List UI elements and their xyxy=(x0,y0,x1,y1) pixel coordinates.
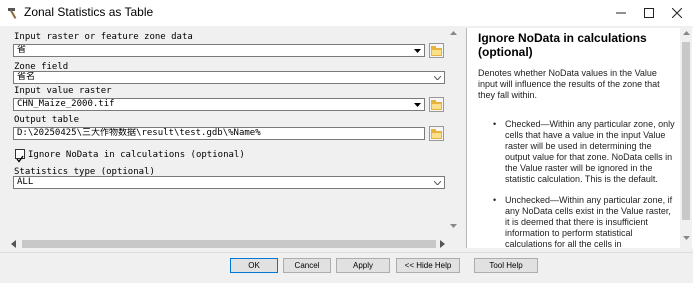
minimize-icon[interactable] xyxy=(606,0,636,26)
scroll-down-icon[interactable] xyxy=(450,224,457,228)
value-raster-value: CHN_Maize_2000.tif xyxy=(17,99,115,109)
scroll-left-icon[interactable] xyxy=(11,240,16,248)
scroll-right-icon[interactable] xyxy=(440,240,445,248)
ignore-nodata-checkbox[interactable] xyxy=(15,149,25,163)
chevron-down-icon[interactable] xyxy=(433,178,442,188)
input-zone-value: 省 xyxy=(17,45,27,55)
maximize-icon[interactable] xyxy=(634,0,664,26)
bullet-icon: • xyxy=(493,119,497,129)
output-table-value: D:\20250425\三大作物数据\result\test.gdb\%Name… xyxy=(17,128,261,138)
close-icon[interactable] xyxy=(662,0,692,26)
scroll-up-icon[interactable] xyxy=(450,31,457,35)
apply-button[interactable]: Apply xyxy=(336,258,390,273)
output-table-label: Output table xyxy=(14,115,80,125)
horizontal-scroll-thumb[interactable] xyxy=(22,240,436,248)
parameters-pane: Input raster or feature zone data 省 Zone… xyxy=(8,28,464,248)
help-title: Ignore NoData in calculations (optional) xyxy=(478,31,647,59)
zonal-statistics-dialog: Zonal Statistics as Table Input raster o… xyxy=(0,0,693,283)
form-vertical-scrollbar[interactable] xyxy=(447,28,460,241)
help-bullet-unchecked: Unchecked—Within any particular zone, if… xyxy=(505,195,673,248)
ok-button[interactable]: OK xyxy=(230,258,278,273)
zone-field-value: 省名 xyxy=(17,72,36,82)
browse-value-raster-button[interactable] xyxy=(429,97,444,112)
chevron-down-icon[interactable] xyxy=(413,100,422,110)
scroll-down-icon[interactable] xyxy=(683,236,690,240)
title-bar: Zonal Statistics as Table xyxy=(0,0,693,26)
browse-output-table-button[interactable] xyxy=(429,126,444,141)
folder-icon xyxy=(431,99,442,110)
scroll-up-icon[interactable] xyxy=(683,31,690,35)
value-raster-label: Input value raster xyxy=(14,86,112,96)
folder-icon xyxy=(431,128,442,139)
input-zone-combobox[interactable]: 省 xyxy=(13,44,425,57)
tool-help-button[interactable]: Tool Help xyxy=(474,258,538,273)
help-scroll-thumb[interactable] xyxy=(682,42,690,220)
statistics-type-value: ALL xyxy=(17,177,34,187)
folder-icon xyxy=(431,45,442,56)
ignore-nodata-label: Ignore NoData in calculations (optional) xyxy=(28,150,245,160)
browse-zone-button[interactable] xyxy=(429,43,444,58)
value-raster-combobox[interactable]: CHN_Maize_2000.tif xyxy=(13,98,425,111)
statistics-type-combobox[interactable]: ALL xyxy=(13,176,445,189)
hide-help-button[interactable]: << Hide Help xyxy=(396,258,460,273)
help-bullet-checked: Checked—Within any particular zone, only… xyxy=(505,119,675,184)
zone-field-combobox[interactable]: 省名 xyxy=(13,71,445,84)
checkmark-icon xyxy=(16,155,24,163)
window-title: Zonal Statistics as Table xyxy=(24,5,154,19)
input-zone-label: Input raster or feature zone data xyxy=(14,32,193,42)
chevron-down-icon[interactable] xyxy=(413,46,422,56)
hammer-icon xyxy=(8,8,17,19)
help-panel: Ignore NoData in calculations (optional)… xyxy=(466,28,693,248)
help-vertical-scrollbar[interactable] xyxy=(680,28,692,248)
help-intro: Denotes whether NoData values in the Val… xyxy=(478,68,660,100)
chevron-down-icon[interactable] xyxy=(433,73,442,83)
form-horizontal-scrollbar[interactable] xyxy=(8,238,448,250)
bullet-icon: • xyxy=(493,195,497,205)
cancel-button[interactable]: Cancel xyxy=(283,258,331,273)
output-table-input[interactable]: D:\20250425\三大作物数据\result\test.gdb\%Name… xyxy=(13,127,425,140)
